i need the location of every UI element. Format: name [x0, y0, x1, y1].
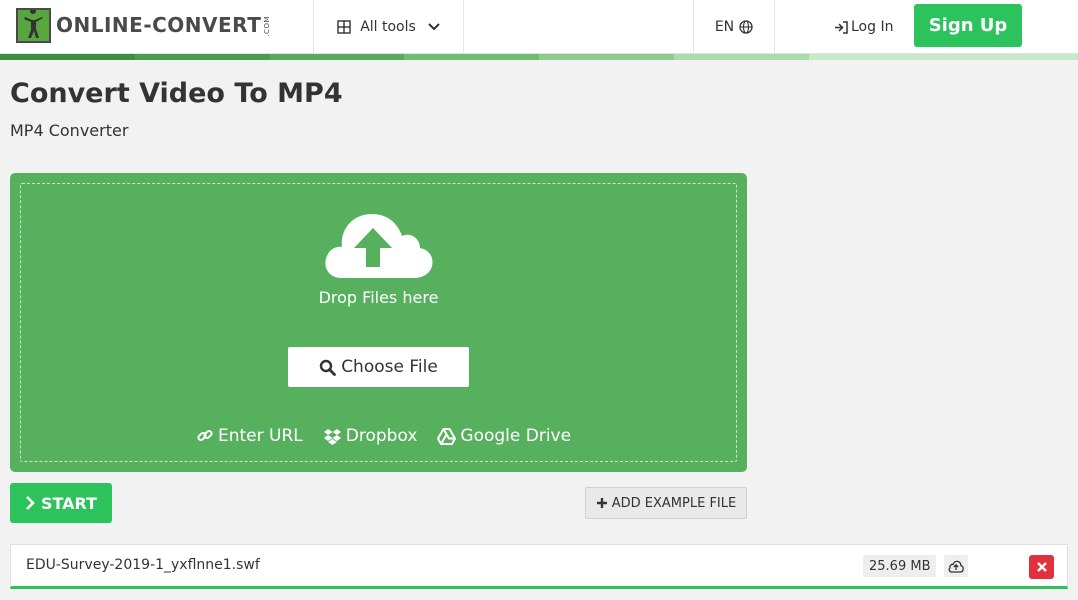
dropbox-label: Dropbox [345, 426, 418, 446]
add-example-label: ADD EXAMPLE FILE [611, 495, 737, 511]
logo-wordmark: ONLINE-CONVERT [56, 13, 262, 37]
drop-files-label: Drop Files here [318, 288, 439, 307]
start-label: START [40, 493, 98, 513]
file-name: EDU-Survey-2019-1_yxflnne1.swf [26, 557, 260, 573]
cloud-upload-icon [948, 560, 964, 573]
divider [463, 0, 464, 54]
close-icon [1036, 562, 1047, 572]
login-label: Log In [851, 19, 894, 35]
stripe [404, 54, 539, 60]
login-link[interactable]: Log In [834, 0, 893, 54]
header-accent-stripes [0, 54, 1078, 60]
all-tools-menu[interactable]: All tools [314, 0, 463, 54]
google-drive-label: Google Drive [460, 426, 572, 446]
stripe [539, 54, 674, 60]
all-tools-label: All tools [360, 19, 416, 35]
stripe [943, 54, 1078, 60]
enter-url-label: Enter URL [218, 426, 303, 446]
top-navbar: ONLINE-CONVERT .COM All tools EN Log In S… [0, 0, 1078, 54]
stripe [134, 54, 270, 60]
dropbox-icon [323, 428, 341, 445]
add-example-file-button[interactable]: ADD EXAMPLE FILE [585, 487, 747, 519]
stripe [673, 54, 809, 60]
google-drive-icon [437, 427, 457, 445]
logo-icon [16, 7, 51, 43]
language-label: EN [714, 19, 735, 35]
site-logo[interactable]: ONLINE-CONVERT .COM [16, 7, 271, 43]
language-selector[interactable]: EN [694, 0, 774, 54]
chevron-down-icon [428, 23, 440, 31]
signup-button[interactable]: Sign Up [914, 4, 1022, 47]
enter-url-link[interactable]: Enter URL [196, 426, 303, 446]
dropbox-link[interactable]: Dropbox [323, 426, 418, 446]
logo-suffix: .COM [263, 16, 272, 37]
google-drive-link[interactable]: Google Drive [437, 426, 571, 446]
page-subtitle: MP4 Converter [10, 121, 129, 140]
cloud-upload-icon [325, 214, 433, 278]
stripe [0, 54, 135, 60]
globe-icon [739, 20, 753, 34]
stripe [808, 54, 944, 60]
grid-icon [337, 20, 351, 34]
remove-file-button[interactable] [1029, 555, 1054, 579]
upload-sources: Enter URL Dropbox Google Drive [196, 424, 591, 448]
search-icon [319, 359, 337, 376]
stripe [269, 54, 405, 60]
link-icon [197, 429, 213, 442]
start-button[interactable]: START [10, 483, 112, 523]
page-title: Convert Video To MP4 [10, 78, 343, 109]
uploaded-file-row: EDU-Survey-2019-1_yxflnne1.swf 25.69 MB [10, 544, 1068, 589]
file-size-badge: 25.69 MB [863, 555, 937, 577]
logo-text: ONLINE-CONVERT .COM [56, 13, 271, 37]
save-to-cloud-button[interactable] [944, 555, 968, 577]
choose-file-label: Choose File [341, 357, 438, 377]
plus-icon [596, 498, 607, 508]
divider [774, 0, 775, 54]
choose-file-button[interactable]: Choose File [288, 347, 469, 387]
sign-in-icon [835, 20, 848, 34]
chevron-right-icon [26, 496, 35, 510]
